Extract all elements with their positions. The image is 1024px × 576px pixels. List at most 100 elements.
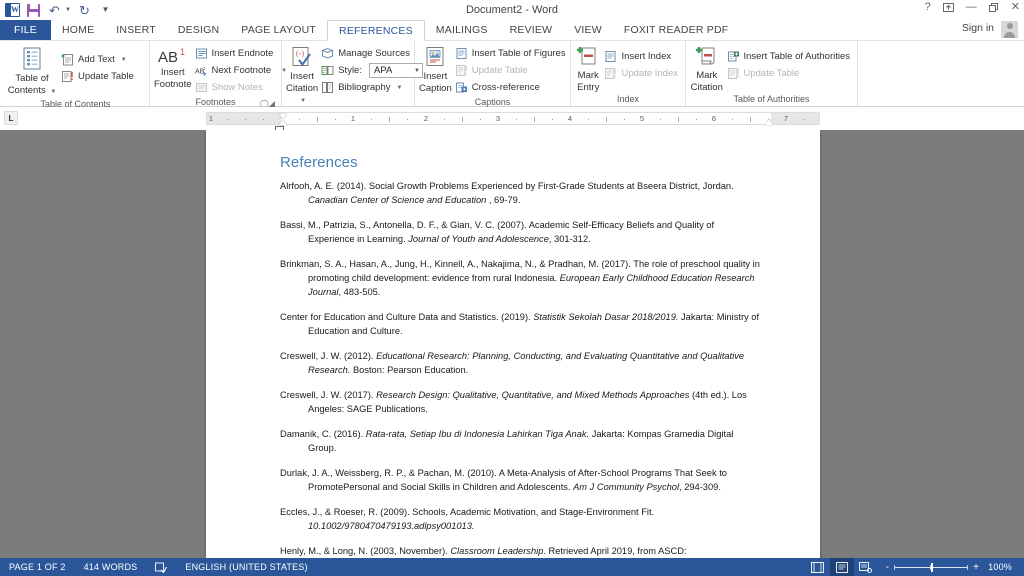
svg-text:AB: AB: [158, 49, 178, 66]
table-of-contents-button[interactable]: Table of Contents ▼: [6, 44, 58, 98]
ruler-band: L 1 1 2 3 4 5 6 7: [0, 107, 1024, 131]
ruler-number-6: 6: [711, 114, 717, 123]
insert-table-of-figures-label: Insert Table of Figures: [471, 48, 566, 59]
add-text-button[interactable]: Add Text ▼: [58, 51, 137, 68]
insert-footnote-button[interactable]: AB 1 Insert Footnote: [154, 44, 192, 90]
read-mode-button[interactable]: [806, 558, 830, 576]
ribbon-group-captions: Insert Caption Insert Table of Figures U…: [415, 41, 571, 107]
tab-home[interactable]: HOME: [51, 20, 105, 40]
chevron-down-icon[interactable]: ▼: [50, 89, 56, 95]
next-footnote-button[interactable]: AB 1 Next Footnote ▼: [192, 62, 291, 79]
restore-button[interactable]: [988, 2, 999, 13]
insert-table-of-figures-button[interactable]: Insert Table of Figures: [452, 45, 569, 62]
update-table-captions-button[interactable]: Update Table: [452, 62, 569, 79]
tab-view[interactable]: VIEW: [563, 20, 613, 40]
page-indicator[interactable]: PAGE 1 OF 2: [0, 558, 75, 576]
tab-mailings[interactable]: MAILINGS: [425, 20, 499, 40]
ribbon-display-options-button[interactable]: [942, 2, 954, 13]
update-table-authorities-button[interactable]: Update Table: [724, 65, 854, 82]
first-line-indent-marker[interactable]: [279, 114, 287, 119]
reference-entry: Alrfooh, A. E. (2014). Social Growth Pro…: [280, 181, 734, 205]
avatar[interactable]: [1001, 21, 1018, 38]
window-controls: ? — ✕: [925, 2, 1020, 13]
update-index-label: Update Index: [621, 68, 678, 79]
zoom-control: - + 100%: [878, 562, 1018, 573]
update-table-icon: [61, 70, 74, 83]
update-index-icon: [604, 67, 617, 80]
ruler-number-2: 2: [423, 114, 429, 123]
mark-entry-button[interactable]: Mark Entry: [575, 44, 601, 93]
tab-insert[interactable]: INSERT: [105, 20, 167, 40]
insert-caption-button[interactable]: Insert Caption: [419, 44, 452, 94]
svg-text:1: 1: [180, 47, 185, 57]
right-indent-marker[interactable]: [765, 119, 773, 125]
sign-in-button[interactable]: Sign in: [962, 22, 994, 34]
show-notes-button[interactable]: Show Notes: [192, 79, 291, 96]
style-selector[interactable]: Style: APA ▼: [318, 62, 426, 79]
insert-table-of-authorities-button[interactable]: Insert Table of Authorities: [724, 48, 854, 65]
insert-index-button[interactable]: Insert Index: [601, 48, 681, 65]
zoom-slider[interactable]: [894, 562, 969, 572]
manage-sources-label: Manage Sources: [338, 48, 411, 59]
reference-entry: Center for Education and Culture Data an…: [280, 312, 760, 336]
reference-entry: Creswell, J. W. (2017). Research Design:…: [280, 390, 747, 414]
reference-entry: Bassi, M., Patrizia, S., Antonella, D. F…: [280, 220, 715, 244]
language-indicator[interactable]: ENGLISH (UNITED STATES): [176, 558, 316, 576]
tab-page-layout[interactable]: PAGE LAYOUT: [230, 20, 327, 40]
document-page[interactable]: References Alrfooh, A. E. (2014). Social…: [206, 130, 820, 558]
insert-index-label: Insert Index: [621, 51, 672, 62]
minimize-button[interactable]: —: [966, 2, 977, 13]
update-table-toc-button[interactable]: Update Table: [58, 68, 137, 85]
style-value: APA: [373, 65, 393, 76]
ribbon-group-index: Mark Entry Insert Index Update Index Ind…: [571, 41, 686, 106]
print-layout-button[interactable]: [829, 558, 854, 576]
mark-citation-button[interactable]: Mark Citation: [690, 44, 724, 93]
add-text-label: Add Text: [78, 54, 115, 65]
tab-review[interactable]: REVIEW: [499, 20, 564, 40]
mark-entry-icon: [575, 46, 601, 69]
hanging-indent-marker[interactable]: [279, 120, 287, 125]
add-text-icon: [61, 53, 74, 66]
tab-references[interactable]: REFERENCES: [327, 20, 425, 41]
ruler-number-1: 1: [350, 114, 356, 123]
manage-sources-button[interactable]: Manage Sources: [318, 45, 426, 62]
update-index-button[interactable]: Update Index: [601, 65, 681, 82]
title-bar: W ↶ ▼ ↻ ▼ Document2 - Word ? — ✕: [0, 0, 1024, 20]
help-button[interactable]: ?: [925, 2, 931, 13]
zoom-slider-thumb[interactable]: [931, 562, 934, 572]
chevron-down-icon[interactable]: ▼: [397, 85, 403, 91]
ruler-number-7: 7: [783, 114, 789, 123]
tab-design[interactable]: DESIGN: [167, 20, 230, 40]
ribbon-group-table-of-contents: Table of Contents ▼ Add Text ▼ Update Ta…: [2, 41, 150, 109]
bibliography-button[interactable]: Bibliography ▼: [318, 79, 426, 96]
web-layout-button[interactable]: [854, 558, 878, 576]
word-count[interactable]: 414 WORDS: [75, 558, 147, 576]
chevron-down-icon[interactable]: ▼: [121, 57, 127, 63]
insert-footnote-label-line1: Insert: [160, 67, 185, 78]
svg-text:1: 1: [203, 66, 206, 71]
tab-file[interactable]: FILE: [0, 20, 51, 40]
tab-stop-selector[interactable]: L: [4, 111, 18, 125]
table-of-authorities-commands: Insert Table of Authorities Update Table: [724, 47, 854, 82]
insert-endnote-label: Insert Endnote: [211, 48, 274, 59]
insert-endnote-button[interactable]: Insert Endnote: [192, 45, 291, 62]
close-button[interactable]: ✕: [1011, 2, 1020, 13]
horizontal-ruler[interactable]: 1 1 2 3 4 5 6 7: [206, 112, 820, 131]
insert-table-of-authorities-label: Insert Table of Authorities: [743, 51, 851, 62]
show-notes-label: Show Notes: [211, 82, 263, 93]
insert-citation-button[interactable]: (-) Insert Citation ▼: [286, 44, 318, 107]
insert-caption-label-line2: Caption: [419, 83, 452, 94]
zoom-in-button[interactable]: +: [973, 562, 979, 573]
chevron-down-icon[interactable]: ▼: [300, 98, 306, 104]
zoom-level[interactable]: 100%: [984, 562, 1012, 572]
zoom-out-button[interactable]: -: [886, 562, 890, 573]
style-icon: [321, 64, 334, 77]
cross-reference-button[interactable]: Cross-reference: [452, 79, 569, 96]
table-of-contents-label-line1: Table of: [15, 73, 49, 84]
reference-entry: Creswell, J. W. (2012). Educational Rese…: [280, 351, 745, 375]
insert-caption-icon: [422, 46, 448, 70]
table-of-contents-commands: Add Text ▼ Update Table: [58, 50, 137, 85]
spell-check-icon[interactable]: [146, 558, 176, 576]
document-body[interactable]: References Alrfooh, A. E. (2014). Social…: [206, 130, 820, 558]
tab-foxit-reader-pdf[interactable]: FOXIT READER PDF: [613, 20, 740, 40]
